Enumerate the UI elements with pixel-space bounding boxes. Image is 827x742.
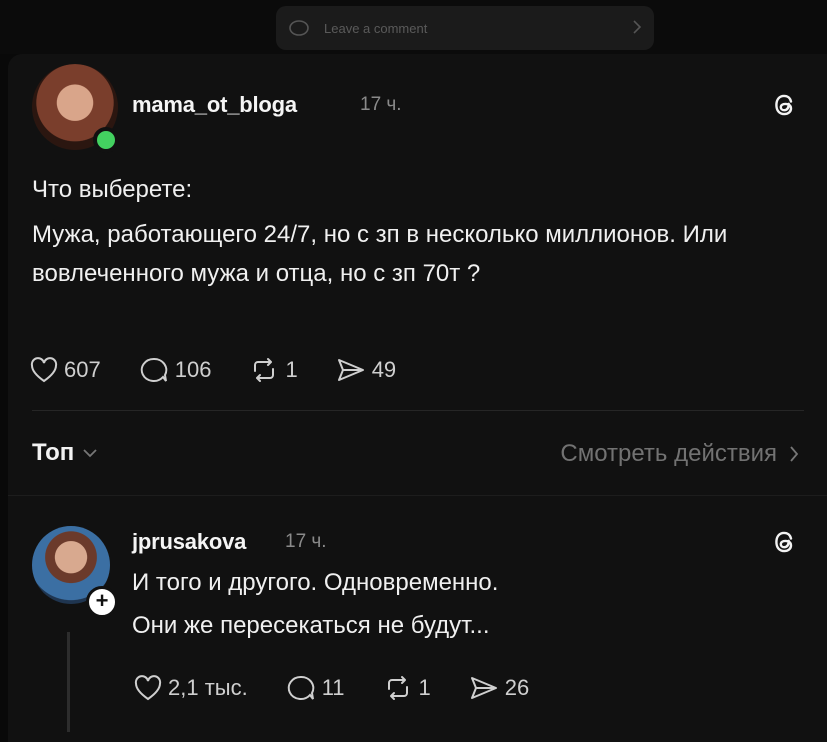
plus-icon[interactable]: + [86, 586, 118, 618]
share-count: 49 [371, 357, 397, 382]
repost-count: 1 [418, 675, 431, 700]
online-status-dot [93, 127, 119, 153]
reply-time: 17 ч. [285, 531, 327, 552]
repost-icon [387, 676, 408, 700]
like-button[interactable]: 607 [30, 357, 101, 383]
leave-comment-label: Leave a comment [324, 20, 428, 36]
post-actions: 607 106 1 49 [30, 356, 434, 384]
post-username[interactable]: mama_ot_bloga [132, 92, 297, 118]
chat-bubble-icon [289, 20, 309, 36]
repost-button[interactable]: 1 [383, 675, 431, 701]
reply-line: Они же пересекаться не будут... [132, 612, 490, 639]
heart-icon [30, 357, 58, 383]
like-count: 2,1 тыс. [168, 675, 248, 700]
like-button[interactable]: 2,1 тыс. [134, 675, 248, 701]
view-activity-link[interactable]: Смотреть действия [560, 440, 799, 468]
repost-icon [254, 358, 275, 382]
reply-username[interactable]: jprusakova [132, 529, 246, 555]
sort-label: Топ [32, 439, 75, 466]
view-activity-label: Смотреть действия [560, 440, 777, 467]
comment-icon [140, 357, 168, 382]
comment-button[interactable]: 11 [286, 674, 345, 702]
reply-body: И того и другого. Одновременно. Они же п… [132, 561, 752, 647]
heart-icon [134, 675, 162, 701]
share-count: 26 [504, 675, 530, 700]
share-icon [470, 677, 497, 699]
repost-button[interactable]: 1 [249, 357, 298, 383]
repost-count: 1 [285, 357, 298, 382]
divider [32, 410, 804, 411]
comment-count: 11 [321, 675, 345, 700]
leave-comment-bar[interactable]: Leave a comment [276, 6, 654, 50]
sort-dropdown[interactable]: Топ [32, 439, 98, 467]
post-time: 17 ч. [360, 94, 402, 115]
chevron-right-icon [790, 446, 799, 462]
threads-logo-icon[interactable] [770, 90, 800, 120]
comment-count: 106 [174, 357, 212, 382]
post-text: Мужа, работающего 24/7, но с зп в нескол… [32, 221, 728, 287]
like-count: 607 [64, 357, 101, 382]
reply-line: И того и другого. Одновременно. [132, 569, 499, 596]
divider [8, 495, 827, 496]
thread-line [67, 632, 70, 732]
post-question: Что выберете: [32, 176, 193, 203]
comment-icon [287, 675, 315, 700]
share-icon [337, 359, 364, 381]
reply-actions: 2,1 тыс. 11 1 26 [134, 674, 567, 702]
share-button[interactable]: 26 [469, 675, 529, 701]
share-button[interactable]: 49 [336, 357, 396, 383]
comment-button[interactable]: 106 [139, 356, 212, 384]
chevron-right-icon [633, 20, 642, 34]
top-strip: Leave a comment [0, 0, 827, 54]
threads-logo-icon[interactable] [770, 527, 800, 557]
post-body: Что выберете: Мужа, работающего 24/7, но… [32, 170, 772, 293]
thread-card: mama_ot_bloga 17 ч. Что выберете: Мужа, … [8, 54, 827, 742]
chevron-down-icon [83, 449, 97, 458]
